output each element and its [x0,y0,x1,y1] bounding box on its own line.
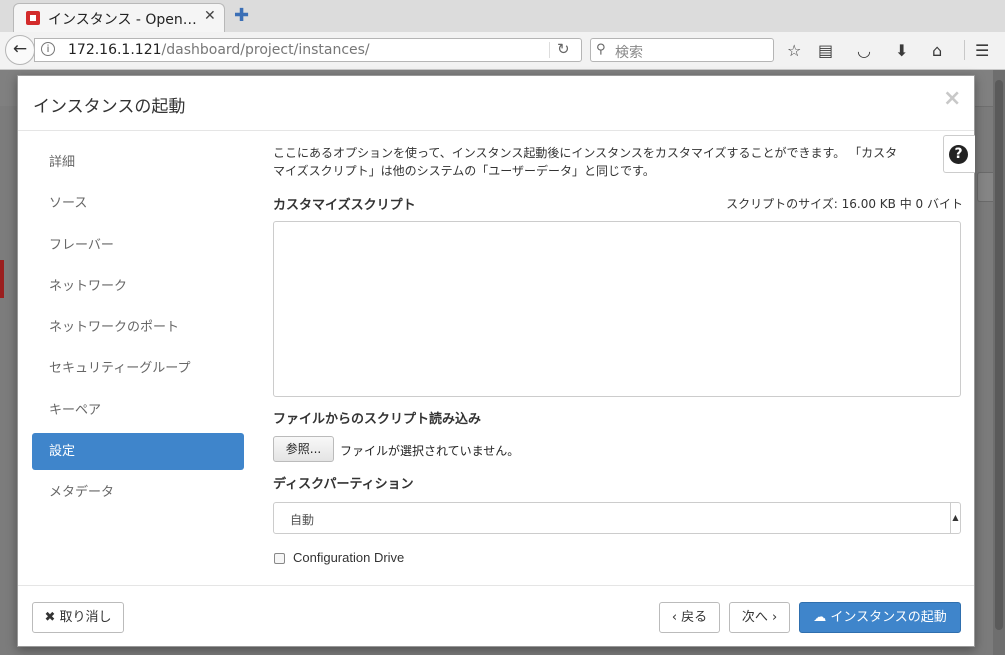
back-arrow-icon[interactable]: ← [5,35,35,65]
dialog-footer: ✖ 取り消し ‹ 戻る 次へ › ☁ インスタンスの起動 [18,585,974,647]
tab-close-icon[interactable]: ✕ [204,8,216,24]
home-icon[interactable]: ⌂ [932,41,942,60]
browser-toolbar: i 172.16.1.121/dashboard/project/instanc… [0,32,1005,70]
background-active-marker [0,260,4,298]
new-tab-icon[interactable]: ✚ [234,5,249,26]
url-path: /dashboard/project/instances/ [161,42,370,58]
wizard-step-details[interactable]: 詳細 [32,144,244,181]
wizard-step-configuration[interactable]: 設定 [32,433,244,471]
reload-icon[interactable]: ↻ [557,40,570,58]
configuration-drive-label[interactable]: Configuration Drive [293,550,404,565]
wizard-step-source[interactable]: ソース [32,185,244,222]
wizard-step-keypair[interactable]: キーペア [32,392,244,429]
scrollbar-thumb[interactable] [995,80,1003,630]
cloud-upload-icon: ☁ [813,610,831,625]
browser-tab[interactable]: インスタンス - Open… ✕ [13,3,225,32]
configuration-drive-checkbox[interactable] [274,553,285,564]
description-line-1: ここにあるオプションを使って、インスタンス起動後にインスタンスをカスタマイズする… [273,146,898,160]
customization-script-label: カスタマイズスクリプト [273,198,416,213]
configuration-description: ここにあるオプションを使って、インスタンス起動後にインスタンスをカスタマイズする… [273,144,963,180]
description-line-2: マイズスクリプト」は他のシステムの「ユーザーデータ」と同じです。 [273,164,655,178]
dialog-title: インスタンスの起動 [33,97,186,117]
select-arrow-icon: ▲ [950,503,960,533]
site-info-icon[interactable]: i [41,42,55,56]
search-icon: ⚲ [596,42,606,57]
launch-instance-button[interactable]: ☁ インスタンスの起動 [799,602,961,633]
disk-partition-select[interactable]: 自動 ▲ [273,502,961,534]
configuration-panel: ここにあるオプションを使って、インスタンス起動後にインスタンスをカスタマイズする… [273,144,963,565]
wizard-steps-nav: 詳細 ソース フレーバー ネットワーク ネットワークのポート セキュリティーグル… [32,144,244,516]
url-host: 172.16.1.121 [68,42,162,58]
file-script-label: ファイルからのスクリプト読み込み [273,412,482,427]
search-input[interactable]: ⚲ 検索 [590,38,774,62]
wizard-step-network-ports[interactable]: ネットワークのポート [32,309,244,346]
toolbar-divider [964,40,965,60]
wizard-step-security-groups[interactable]: セキュリティーグループ [32,350,244,387]
download-icon[interactable]: ⬇ [895,41,908,60]
cancel-button[interactable]: ✖ 取り消し [32,602,124,633]
browser-tab-strip: インスタンス - Open… ✕ ✚ [0,0,1005,32]
bookmark-star-icon[interactable]: ☆ [787,41,801,60]
menu-icon[interactable]: ☰ [975,41,989,60]
launch-instance-dialog: インスタンスの起動 × 詳細 ソース フレーバー ネットワーク ネットワークのポ… [17,75,975,647]
wizard-step-network[interactable]: ネットワーク [32,268,244,305]
url-divider [549,42,550,58]
next-button[interactable]: 次へ › [729,602,790,633]
page-scrollbar[interactable] [993,70,1005,655]
file-status-text: ファイルが選択されていません。 [340,444,520,458]
script-size-text: スクリプトのサイズ: 16.00 KB 中 0 バイト [726,197,963,211]
reading-list-icon[interactable]: ▤ [818,41,833,60]
launch-instance-label: インスタンスの起動 [830,610,947,625]
tab-title: インスタンス - Open… [48,12,197,28]
url-bar[interactable]: i 172.16.1.121/dashboard/project/instanc… [34,38,582,62]
dialog-header: インスタンスの起動 × [18,76,974,131]
back-button[interactable]: ‹ 戻る [659,602,720,633]
wizard-step-flavor[interactable]: フレーバー [32,227,244,264]
openstack-favicon-icon [26,11,40,25]
disk-partition-value: 自動 [290,513,315,527]
wizard-step-metadata[interactable]: メタデータ [32,474,244,511]
url-text: 172.16.1.121/dashboard/project/instances… [68,42,370,58]
close-icon[interactable]: × [943,86,961,111]
pocket-icon[interactable]: ◡ [857,41,871,60]
disk-partition-label: ディスクパーティション [273,477,414,492]
search-placeholder: 検索 [615,45,643,61]
customization-script-textarea[interactable] [273,221,961,397]
browse-file-button[interactable]: 参照... [273,436,334,462]
